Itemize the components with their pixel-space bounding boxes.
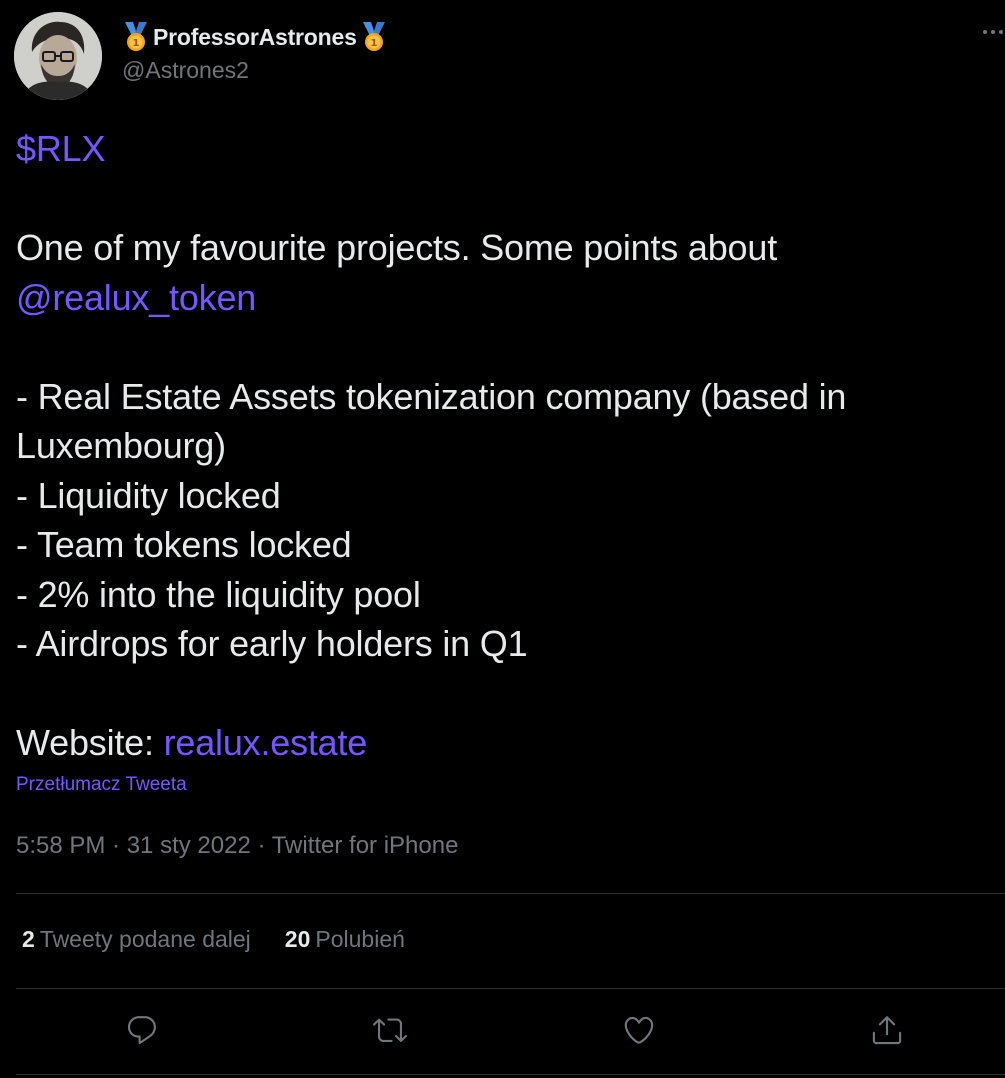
translate-link[interactable]: Przetłumacz Tweeta <box>16 774 187 796</box>
retweets-label: Tweety podane dalej <box>39 926 251 952</box>
retweet-icon <box>373 1013 407 1052</box>
user-handle[interactable]: @Astrones2 <box>122 57 388 84</box>
retweets-stat[interactable]: 2 Tweety podane dalej <box>22 926 251 953</box>
retweet-button[interactable] <box>366 1008 414 1056</box>
tweet-text: $RLX One of my favourite projects. Some … <box>16 124 991 768</box>
svg-text:1: 1 <box>370 38 377 49</box>
point-item: - 2% into the liquidity pool <box>16 573 421 615</box>
display-name[interactable]: ProfessorAstrones <box>153 24 357 51</box>
divider <box>16 988 1005 989</box>
cashtag-link[interactable]: $RLX <box>16 128 105 169</box>
point-item: - Airdrops for early holders in Q1 <box>16 623 528 664</box>
reply-button[interactable] <box>118 1008 166 1056</box>
name-row: 1 ProfessorAstrones 1 <box>122 20 388 54</box>
user-info: 1 ProfessorAstrones 1 @Astrones2 <box>122 20 388 84</box>
retweets-count: 2 <box>22 926 35 952</box>
point-item: - Liquidity locked <box>16 474 281 516</box>
likes-label: Polubień <box>315 926 405 952</box>
avatar[interactable] <box>14 12 102 100</box>
tweet: 1 ProfessorAstrones 1 @Astrones2 $RLX On… <box>0 0 1005 1078</box>
share-button[interactable] <box>863 1008 911 1056</box>
divider <box>16 1074 1005 1075</box>
divider <box>16 893 1005 894</box>
tweet-meta: 5:58 PM · 31 sty 2022 · Twitter for iPho… <box>16 832 459 859</box>
medal-icon: 1 <box>360 21 388 53</box>
heart-icon <box>622 1013 656 1052</box>
likes-stat[interactable]: 20 Polubień <box>285 926 405 953</box>
likes-count: 20 <box>284 926 311 952</box>
action-bar <box>0 1008 1005 1056</box>
point-item: - Team tokens locked <box>16 524 352 565</box>
medal-icon: 1 <box>122 21 150 53</box>
mention-link[interactable]: @realux_token <box>16 277 256 318</box>
like-button[interactable] <box>615 1008 663 1056</box>
point-item: - Real Estate Assets tokenization compan… <box>16 375 847 417</box>
tweet-stats: 2 Tweety podane dalej 20 Polubień <box>22 926 405 953</box>
more-icon[interactable] <box>977 22 1005 42</box>
reply-icon <box>125 1013 159 1052</box>
tweet-intro: One of my favourite projects. Some point… <box>16 227 777 268</box>
share-icon <box>870 1013 904 1052</box>
website-link[interactable]: realux.estate <box>164 722 368 763</box>
website-label: Website: <box>16 722 164 763</box>
point-item: Luxembourg) <box>16 425 226 466</box>
svg-text:1: 1 <box>133 38 140 49</box>
